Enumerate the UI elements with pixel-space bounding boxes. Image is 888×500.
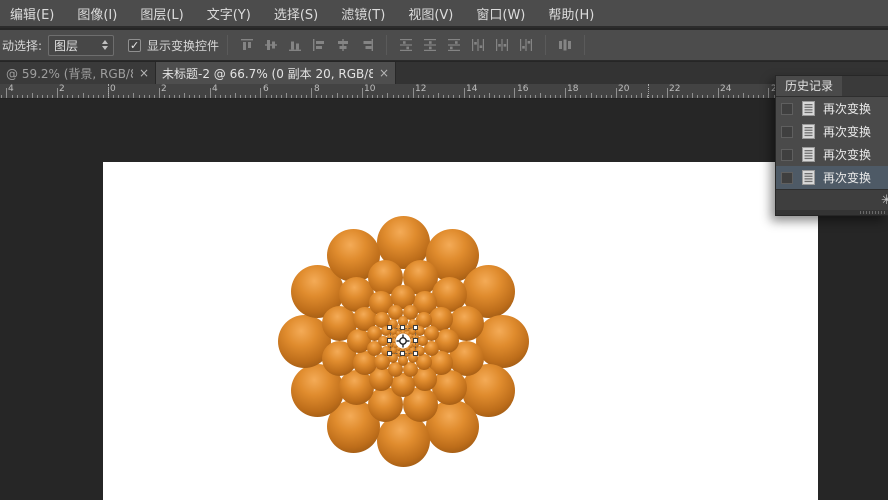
document-tab[interactable]: @ 59.2% (背景, RGB/8) * × <box>0 62 156 84</box>
separator <box>584 35 585 55</box>
history-state-row[interactable]: 再次变换 <box>776 143 888 166</box>
history-brush-source-well[interactable] <box>781 126 793 138</box>
auto-select-value: 图层 <box>54 37 78 54</box>
align-bottom-edges-icon[interactable] <box>284 36 306 54</box>
ruler-unit-label: 22 <box>669 84 680 94</box>
ruler-position-marker <box>108 84 109 98</box>
distribute-horizontal-centers-icon[interactable] <box>491 36 513 54</box>
align-icon-group <box>236 36 378 54</box>
menu-item[interactable]: 文字(Y) <box>203 2 255 25</box>
show-transform-label: 显示变换控件 <box>147 37 219 54</box>
transform-handle[interactable] <box>413 351 418 356</box>
options-bar: 动选择: 图层 ✓ 显示变换控件 <box>0 30 888 61</box>
transform-handle[interactable] <box>400 325 405 330</box>
menu-item[interactable]: 视图(V) <box>404 2 457 25</box>
ruler-unit-label: 10 <box>364 84 375 94</box>
distribute-left-edges-icon[interactable] <box>467 36 489 54</box>
history-panel-tab[interactable]: 历史记录 <box>776 76 842 96</box>
history-state-row[interactable]: 再次变换 <box>776 166 888 189</box>
history-brush-source-well[interactable] <box>781 172 793 184</box>
transform-handle[interactable] <box>387 325 392 330</box>
history-panel: 历史记录 再次变换再次变换再次变换再次变换 ✳ <box>775 75 888 216</box>
distribute-vertical-centers-icon[interactable] <box>419 36 441 54</box>
align-vertical-centers-icon[interactable] <box>260 36 282 54</box>
ruler-unit-label: 6 <box>263 84 269 94</box>
menu-item[interactable]: 图层(L) <box>136 2 187 25</box>
ruler-unit-label: 2 <box>59 84 65 94</box>
document-tab-bar: @ 59.2% (背景, RGB/8) *×未标题-2 @ 66.7% (0 副… <box>0 62 888 84</box>
artwork-layer <box>103 162 818 500</box>
menu-item[interactable]: 图像(I) <box>73 2 121 25</box>
menu-item[interactable]: 窗口(W) <box>472 2 529 25</box>
history-state-row[interactable]: 再次变换 <box>776 97 888 120</box>
ruler-unit-label: 16 <box>517 84 528 94</box>
transform-handle[interactable] <box>387 351 392 356</box>
history-state-icon <box>802 124 815 139</box>
ruler-unit-label: 14 <box>466 84 477 94</box>
history-state-row[interactable]: 再次变换 <box>776 120 888 143</box>
ruler-unit-label: 24 <box>720 84 731 94</box>
menu-item[interactable]: 选择(S) <box>270 2 322 25</box>
history-state-label: 再次变换 <box>823 169 871 186</box>
ruler-unit-label: 8 <box>314 84 320 94</box>
history-brush-source-well[interactable] <box>781 103 793 115</box>
auto-align-layers-icon[interactable] <box>554 36 576 54</box>
transform-reference-point-icon[interactable] <box>395 333 411 349</box>
document-canvas[interactable] <box>103 162 818 500</box>
horizontal-ruler: 4202468101214161820222426 <box>0 84 888 99</box>
history-panel-footer: ✳ <box>776 189 888 210</box>
ruler-position-marker <box>648 84 649 98</box>
ruler-unit-label: 12 <box>415 84 426 94</box>
history-state-label: 再次变换 <box>823 100 871 117</box>
distribute-right-edges-icon[interactable] <box>515 36 537 54</box>
distribute-icon-group <box>395 36 537 54</box>
transform-handle[interactable] <box>387 338 392 343</box>
distribute-top-edges-icon[interactable] <box>395 36 417 54</box>
document-tab-title: @ 59.2% (背景, RGB/8) * <box>6 65 133 82</box>
dropdown-arrows-icon <box>102 40 108 50</box>
align-top-edges-icon[interactable] <box>236 36 258 54</box>
history-state-icon <box>802 101 815 116</box>
ruler-unit-label: 0 <box>110 84 116 94</box>
separator <box>386 35 387 55</box>
auto-select-dropdown[interactable]: 图层 <box>48 35 114 56</box>
menu-item[interactable]: 帮助(H) <box>544 2 598 25</box>
history-state-label: 再次变换 <box>823 146 871 163</box>
show-transform-checkbox[interactable]: ✓ <box>128 39 141 52</box>
auto-select-label: 动选择: <box>2 37 42 54</box>
ruler-unit-label: 4 <box>8 84 14 94</box>
history-brush-source-well[interactable] <box>781 149 793 161</box>
separator <box>227 35 228 55</box>
document-tab-title: 未标题-2 @ 66.7% (0 副本 20, RGB/8) * <box>162 65 373 82</box>
canvas-work-area <box>0 100 888 500</box>
separator <box>545 35 546 55</box>
transform-handle[interactable] <box>413 325 418 330</box>
document-tab-active[interactable]: 未标题-2 @ 66.7% (0 副本 20, RGB/8) * × <box>156 62 396 84</box>
menu-bar: 编辑(E) 图像(I) 图层(L) 文字(Y) 选择(S) 滤镜(T) 视图(V) 窗口(W)… <box>0 0 888 28</box>
history-panel-header: 历史记录 <box>776 76 888 97</box>
auto-align-group <box>554 36 576 54</box>
panel-resize-grip[interactable] <box>776 210 888 215</box>
sphere-shape <box>416 354 432 370</box>
history-state-icon <box>802 170 815 185</box>
menu-item[interactable]: 编辑(E) <box>6 2 58 25</box>
align-right-edges-icon[interactable] <box>356 36 378 54</box>
ruler-unit-label: 20 <box>618 84 629 94</box>
distribute-bottom-edges-icon[interactable] <box>443 36 465 54</box>
panel-footer-icon[interactable]: ✳ <box>881 193 888 208</box>
tab-close-icon[interactable]: × <box>139 66 149 80</box>
history-state-label: 再次变换 <box>823 123 871 140</box>
tab-close-icon[interactable]: × <box>379 66 389 80</box>
history-state-icon <box>802 147 815 162</box>
transform-handle[interactable] <box>400 351 405 356</box>
transform-handle[interactable] <box>413 338 418 343</box>
ruler-unit-label: 18 <box>567 84 578 94</box>
menu-item[interactable]: 滤镜(T) <box>337 2 389 25</box>
align-horizontal-centers-icon[interactable] <box>332 36 354 54</box>
ruler-unit-label: 4 <box>212 84 218 94</box>
ruler-unit-label: 2 <box>161 84 167 94</box>
align-left-edges-icon[interactable] <box>308 36 330 54</box>
